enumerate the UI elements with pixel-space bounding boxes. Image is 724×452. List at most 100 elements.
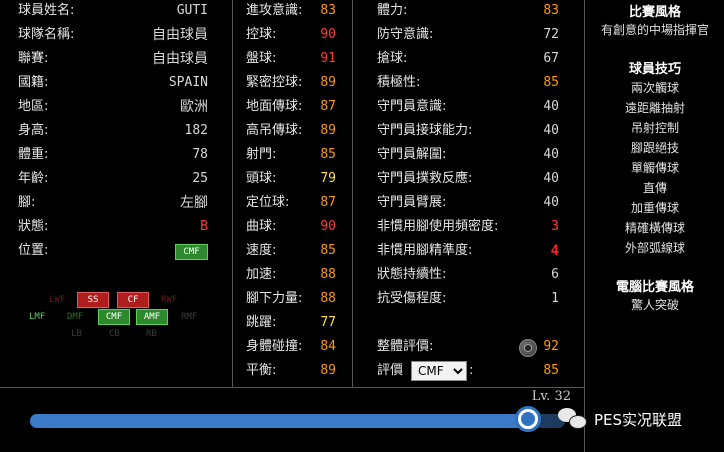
attribute-value: 89 — [320, 75, 336, 90]
attribute-row: 射門: 85 — [246, 145, 336, 165]
level-slider-handle[interactable] — [514, 406, 541, 432]
pos-lb: LB — [71, 329, 82, 339]
foot-value: 左腳 — [180, 195, 208, 211]
level-slider-track[interactable] — [30, 406, 565, 432]
attribute-label: 腳下力量: — [246, 291, 303, 306]
position-label: 位置: — [18, 243, 49, 258]
attribute-value: 91 — [320, 51, 336, 66]
coin-inner-icon — [524, 344, 532, 352]
attribute-value: 88 — [320, 291, 336, 306]
attribute-value: 89 — [320, 363, 336, 378]
profile-row: 地區: 歐洲 — [18, 97, 208, 117]
rating-colon: : — [469, 363, 474, 378]
attribute-value: 84 — [320, 339, 336, 354]
ai-style-value: 驚人突破 — [630, 298, 679, 312]
attribute-label: 加速: — [246, 267, 277, 282]
divider-3 — [584, 0, 585, 452]
ai-style-title: 電腦比賽風格 — [615, 280, 694, 295]
profile-row: 年齡: 25 — [18, 169, 208, 189]
attribute-label: 抗受傷程度: — [377, 291, 447, 306]
skill-item: 直傳 — [642, 181, 667, 195]
attribute-label: 體力: — [377, 3, 408, 18]
attribute-label: 跳躍: — [246, 315, 277, 330]
attribute-label: 進攻意識: — [246, 3, 303, 18]
attribute-row: 守門員撲救反應: 40 — [377, 169, 559, 189]
attribute-label: 盤球: — [246, 51, 277, 66]
attribute-row: 盤球: 91 — [246, 49, 336, 69]
attribute-label: 非慣用腳精準度: — [377, 243, 473, 258]
profile-label: 國籍: — [18, 75, 49, 90]
pos-rmf: RMF — [181, 312, 198, 322]
pos-cb: CB — [109, 329, 120, 339]
profile-row: 球員姓名: GUTI — [18, 1, 208, 21]
pos-ss: SS — [77, 292, 109, 308]
attribute-row: 非慣用腳使用頻密度: 3 — [377, 217, 559, 237]
profile-label: 狀態: — [18, 219, 49, 234]
attribute-row: 體力: 83 — [377, 1, 559, 21]
profile-label: 聯賽: — [18, 51, 49, 66]
profile-label: 體重: — [18, 147, 49, 162]
position-select[interactable]: CMF — [411, 361, 467, 381]
region: 歐洲 — [180, 99, 208, 115]
attribute-label: 防守意識: — [377, 27, 434, 42]
weight-value: 78 — [192, 147, 208, 162]
attribute-label: 守門員撲救反應: — [377, 171, 473, 186]
wechat-icon — [558, 408, 588, 430]
attribute-value: 85 — [320, 147, 336, 162]
attribute-row: 守門員接球能力: 40 — [377, 121, 559, 141]
pos-amf: AMF — [136, 309, 168, 325]
attribute-value: 40 — [543, 123, 559, 138]
attribute-row: 守門員意識: 40 — [377, 97, 559, 117]
profile-row: 狀態: B — [18, 217, 208, 237]
attributes-column-1: 進攻意識: 83 控球: 90 盤球: 91 緊密控球: 89 地面傳球: 87 高吊傳球: 89 射門… — [246, 0, 336, 387]
attribute-value: 87 — [320, 99, 336, 114]
level-slider-fill — [30, 414, 528, 428]
attribute-value: 89 — [320, 123, 336, 138]
skill-item: 遠距離抽射 — [624, 101, 685, 115]
profile-row: 球隊名稱: 自由球員 — [18, 25, 208, 45]
skill-item: 加重傳球 — [630, 201, 679, 215]
attribute-label: 速度: — [246, 243, 277, 258]
profile-row: 聯賽: 自由球員 — [18, 49, 208, 69]
attribute-label: 身體碰撞: — [246, 339, 303, 354]
skills-title: 球員技巧 — [628, 62, 681, 77]
attribute-row: 搶球: 67 — [377, 49, 559, 69]
attribute-label: 非慣用腳使用頻密度: — [377, 219, 499, 234]
rating-value: 85 — [543, 363, 559, 378]
attribute-value: 90 — [320, 219, 336, 234]
pos-rwf: RWF — [161, 295, 178, 305]
profile-row: 體重: 78 — [18, 145, 208, 165]
attribute-row: 防守意識: 72 — [377, 25, 559, 45]
pos-cmf: CMF — [98, 309, 130, 325]
attribute-value: 77 — [320, 315, 336, 330]
attribute-label: 頭球: — [246, 171, 277, 186]
overall-row: 整體評價: 92 — [377, 337, 559, 357]
attribute-value: 40 — [543, 171, 559, 186]
attribute-row: 曲球: 90 — [246, 217, 336, 237]
profile-row: 腳: 左腳 — [18, 193, 208, 213]
attribute-row: 跳躍: 77 — [246, 313, 336, 333]
attribute-value: 85 — [543, 75, 559, 90]
attribute-label: 守門員意識: — [377, 99, 447, 114]
profile-label: 球隊名稱: — [18, 27, 75, 42]
play-style-title: 比賽風格 — [628, 5, 681, 20]
league-name: 自由球員 — [152, 51, 208, 67]
attribute-label: 搶球: — [377, 51, 408, 66]
attribute-value: 83 — [320, 3, 336, 18]
attribute-value: 3 — [551, 219, 559, 234]
nationality: SPAIN — [168, 75, 208, 90]
overall-value: 92 — [543, 339, 559, 354]
attribute-value: 40 — [543, 99, 559, 114]
attribute-label: 守門員臂展: — [377, 195, 447, 210]
attribute-row: 加速: 88 — [246, 265, 336, 285]
attribute-value: 72 — [543, 27, 559, 42]
condition-value: B — [200, 219, 208, 234]
overall-label: 整體評價: — [377, 339, 434, 354]
attribute-label: 守門員接球能力: — [377, 123, 473, 138]
attribute-row: 高吊傳球: 89 — [246, 121, 336, 141]
attribute-label: 地面傳球: — [246, 99, 303, 114]
pos-rb: RB — [146, 329, 157, 339]
attribute-value: 4 — [550, 243, 559, 259]
attribute-row: 狀態持續性: 6 — [377, 265, 559, 285]
attribute-row: 守門員解圍: 40 — [377, 145, 559, 165]
